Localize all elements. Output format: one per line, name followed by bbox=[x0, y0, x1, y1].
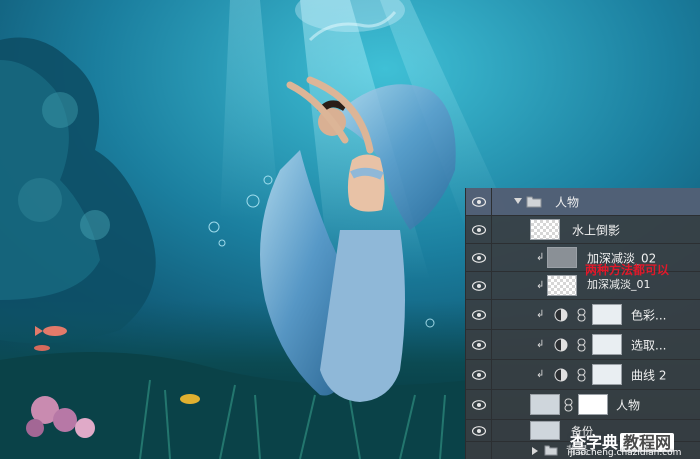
folder-icon bbox=[544, 445, 558, 456]
layer-name: 人物 bbox=[616, 398, 641, 412]
layer-name: 色彩... bbox=[631, 308, 667, 322]
chevron-right-icon[interactable] bbox=[532, 447, 538, 455]
eye-icon bbox=[472, 309, 486, 320]
visibility-toggle[interactable] bbox=[466, 188, 492, 215]
eye-icon bbox=[472, 369, 486, 380]
clipping-arrow-icon: ↲ bbox=[536, 368, 545, 380]
clipping-arrow-icon: ↲ bbox=[536, 251, 545, 263]
site-watermark: 查字典 教程网 jiaocheng.chazidian.com bbox=[570, 429, 695, 459]
adjustment-layer-icon bbox=[554, 368, 568, 381]
visibility-toggle[interactable] bbox=[466, 216, 492, 243]
layer-thumbnail bbox=[530, 394, 560, 415]
chain-link-icon[interactable] bbox=[577, 338, 586, 352]
visibility-toggle[interactable] bbox=[466, 390, 492, 419]
folder-icon bbox=[526, 196, 542, 208]
eye-icon bbox=[472, 224, 486, 235]
layer-name: 选取... bbox=[631, 338, 667, 352]
watermark-url: jiaocheng.chazidian.com bbox=[570, 448, 682, 458]
clipping-arrow-icon: ↲ bbox=[536, 338, 545, 350]
annotation-text: 两种方法都可以 bbox=[585, 263, 670, 277]
eye-icon bbox=[472, 425, 486, 436]
layer-name: 曲线 2 bbox=[631, 368, 667, 382]
eye-icon bbox=[472, 252, 486, 263]
layer-name: 水上倒影 bbox=[572, 223, 621, 237]
adjustment-layer-icon bbox=[554, 308, 568, 321]
adjustment-layer-icon bbox=[554, 338, 568, 351]
visibility-toggle[interactable] bbox=[466, 420, 492, 441]
chain-link-icon[interactable] bbox=[564, 398, 573, 412]
layer-row-group-person[interactable]: 人物 bbox=[466, 188, 700, 216]
layer-row-curves-2[interactable]: ↲ 曲线 2 bbox=[466, 360, 700, 390]
layer-name: 加深减淡_01 bbox=[587, 278, 651, 291]
layer-mask-thumbnail bbox=[592, 364, 622, 385]
eye-icon bbox=[472, 280, 486, 291]
layers-panel: 人物 水上倒影 ↲ 加深减淡_02 ↲ 加深减淡_01 两种方法都可以 ↲ 色彩… bbox=[465, 188, 700, 459]
layer-thumbnail bbox=[547, 275, 577, 296]
visibility-toggle[interactable] bbox=[466, 272, 492, 299]
chevron-down-icon[interactable] bbox=[514, 198, 522, 205]
layer-mask-thumbnail bbox=[592, 304, 622, 325]
layer-mask-thumbnail bbox=[592, 334, 622, 355]
layer-thumbnail bbox=[530, 421, 560, 440]
layer-row-reflection[interactable]: 水上倒影 bbox=[466, 216, 700, 244]
eye-icon bbox=[472, 339, 486, 350]
visibility-toggle[interactable] bbox=[466, 244, 492, 271]
layer-thumbnail bbox=[530, 219, 560, 240]
visibility-toggle[interactable] bbox=[466, 300, 492, 329]
layer-row-selective-color[interactable]: ↲ 选取... bbox=[466, 330, 700, 360]
clipping-arrow-icon: ↲ bbox=[536, 308, 545, 320]
eye-icon bbox=[472, 196, 486, 207]
eye-icon bbox=[472, 399, 486, 410]
layer-row-color-balance[interactable]: ↲ 色彩... bbox=[466, 300, 700, 330]
visibility-toggle[interactable] bbox=[466, 360, 492, 389]
layer-mask-thumbnail bbox=[578, 394, 608, 415]
layer-row-person[interactable]: 人物 bbox=[466, 390, 700, 420]
chain-link-icon[interactable] bbox=[577, 368, 586, 382]
visibility-toggle[interactable] bbox=[466, 330, 492, 359]
layer-thumbnail bbox=[547, 247, 577, 268]
layer-name: 人物 bbox=[555, 195, 580, 209]
chain-link-icon[interactable] bbox=[577, 308, 586, 322]
visibility-toggle[interactable] bbox=[466, 442, 492, 459]
clipping-arrow-icon: ↲ bbox=[536, 279, 545, 291]
